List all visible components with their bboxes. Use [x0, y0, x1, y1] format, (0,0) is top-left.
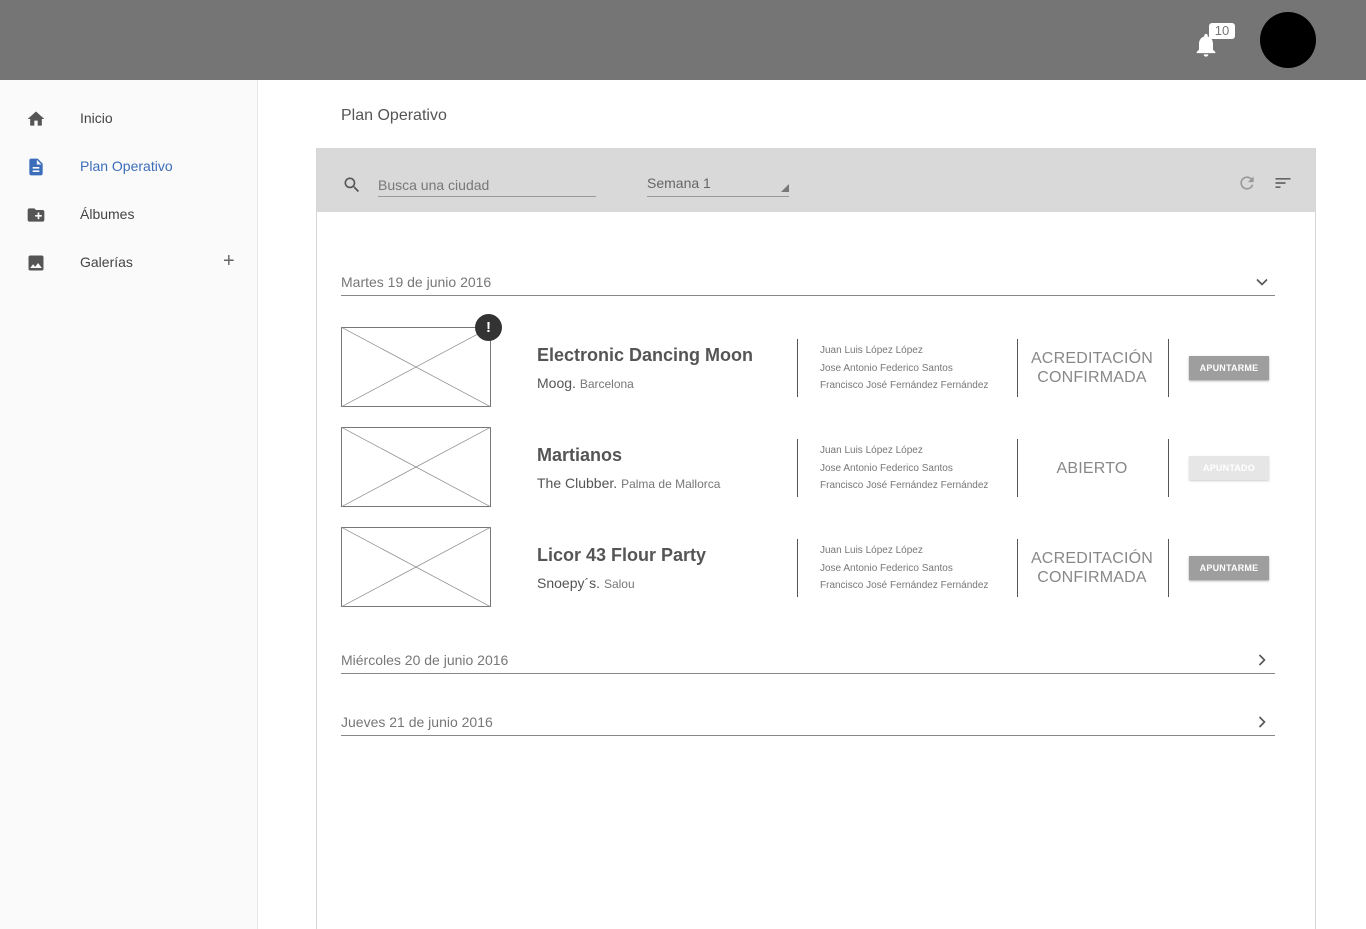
event-title: Electronic Dancing Moon — [537, 345, 754, 365]
refresh-icon[interactable] — [1237, 173, 1257, 193]
day-header[interactable]: Martes 19 de junio 2016 — [341, 270, 1275, 296]
sidebar: Inicio Plan Operativo Álbumes Galerías + — [0, 80, 258, 929]
status-line: CONFIRMADA — [1037, 569, 1147, 586]
apuntado-button[interactable]: APUNTADO — [1189, 456, 1269, 480]
top-app-bar: 10 — [0, 0, 1366, 80]
event-title: Licor 43 Flour Party — [537, 545, 707, 565]
person-name: Juan Luis López López — [820, 345, 923, 356]
person-name: Jose Antonio Federico Santos — [820, 562, 953, 574]
venue-city: Palma de Mallorca — [621, 477, 721, 491]
status-line: ABIERTO — [1056, 460, 1128, 477]
event-venue: Moog. Barcelona — [537, 375, 634, 391]
page-title: Plan Operativo — [341, 107, 447, 124]
city-search-input[interactable] — [378, 173, 596, 197]
sidebar-item-label: Plan Operativo — [80, 158, 173, 174]
sidebar-item-albumes[interactable]: Álbumes — [0, 195, 257, 235]
divider — [797, 439, 798, 497]
venue-city: Salou — [603, 577, 635, 591]
day-label: Jueves 21 de junio 2016 — [341, 714, 493, 730]
filter-toolbar: Semana 1 — [317, 149, 1315, 212]
home-icon — [27, 111, 45, 126]
plan-panel: Semana 1 Martes 19 de junio 2016 ! Elect… — [316, 148, 1316, 929]
apuntarme-button[interactable]: APUNTARME — [1189, 556, 1269, 580]
week-select[interactable]: Semana 1 — [647, 173, 789, 197]
person-name: Jose Antonio Federico Santos — [820, 462, 953, 474]
person-name: Francisco José Fernández Fernández — [820, 580, 989, 591]
notification-badge: 10 — [1209, 23, 1235, 39]
search-icon — [344, 177, 360, 193]
document-icon — [29, 158, 43, 176]
dropdown-arrow-icon — [781, 184, 789, 192]
day-header[interactable]: Miércoles 20 de junio 2016 — [341, 648, 1275, 674]
divider — [1168, 439, 1169, 497]
sidebar-item-plan-operativo[interactable]: Plan Operativo — [0, 147, 257, 187]
person-name: Jose Antonio Federico Santos — [820, 362, 953, 374]
week-select-value: Semana 1 — [647, 175, 711, 191]
apuntarme-button[interactable]: APUNTARME — [1189, 356, 1269, 380]
sidebar-item-galerias[interactable]: Galerías + — [0, 243, 257, 283]
divider — [1168, 339, 1169, 397]
event-status: ABIERTO — [1017, 459, 1167, 478]
venue-name: The Clubber — [537, 475, 614, 491]
divider — [797, 539, 798, 597]
image-placeholder — [341, 327, 491, 407]
sidebar-item-inicio[interactable]: Inicio — [0, 99, 257, 139]
chevron-right-icon — [1258, 716, 1266, 728]
image-placeholder — [341, 527, 491, 607]
day-header[interactable]: Jueves 21 de junio 2016 — [341, 710, 1275, 736]
avatar[interactable] — [1260, 12, 1316, 68]
people-list: Juan Luis López López Jose Antonio Feder… — [820, 445, 1000, 498]
event-row: ! Electronic Dancing Moon Moog. Barcelon… — [341, 314, 1275, 407]
venue-name: Snoepy´s — [537, 575, 597, 591]
status-line: ACREDITACIÓN — [1030, 350, 1154, 367]
image-icon — [28, 255, 44, 271]
people-list: Juan Luis López López Jose Antonio Feder… — [820, 345, 1000, 398]
event-row: Martianos The Clubber. Palma de Mallorca… — [341, 427, 1275, 507]
event-row: Licor 43 Flour Party Snoepy´s. Salou Jua… — [341, 527, 1275, 607]
divider — [1168, 539, 1169, 597]
image-placeholder — [341, 427, 491, 507]
sort-filter-icon[interactable] — [1273, 173, 1293, 193]
sidebar-item-label: Álbumes — [80, 206, 135, 222]
venue-name: Moog — [537, 375, 573, 391]
add-gallery-button[interactable]: + — [223, 249, 235, 273]
chevron-right-icon — [1258, 654, 1266, 666]
venue-city: Barcelona — [579, 377, 634, 391]
sidebar-item-label: Inicio — [80, 110, 113, 126]
person-name: Francisco José Fernández Fernández — [820, 480, 989, 491]
event-venue: Snoepy´s. Salou — [537, 575, 635, 591]
day-label: Miércoles 20 de junio 2016 — [341, 652, 509, 668]
event-status: ACREDITACIÓN CONFIRMADA — [1017, 549, 1167, 587]
status-line: ACREDITACIÓN — [1030, 550, 1154, 567]
sidebar-item-label: Galerías — [80, 254, 133, 270]
alert-icon: ! — [475, 314, 502, 341]
person-name: Francisco José Fernández Fernández — [820, 380, 989, 391]
person-name: Juan Luis López López — [820, 545, 923, 556]
event-status: ACREDITACIÓN CONFIRMADA — [1017, 349, 1167, 387]
folder-add-icon — [27, 208, 45, 222]
person-name: Juan Luis López López — [820, 445, 923, 456]
event-title: Martianos — [537, 445, 623, 465]
day-label: Martes 19 de junio 2016 — [341, 274, 492, 290]
people-list: Juan Luis López López Jose Antonio Feder… — [820, 545, 1000, 598]
divider — [797, 339, 798, 397]
chevron-down-icon — [1256, 278, 1268, 286]
event-venue: The Clubber. Palma de Mallorca — [537, 475, 721, 491]
status-line: CONFIRMADA — [1037, 369, 1147, 386]
